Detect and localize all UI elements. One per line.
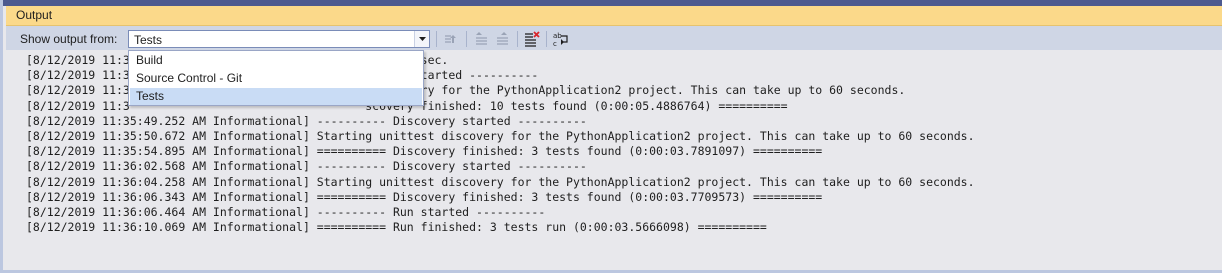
dropdown-option[interactable]: Build bbox=[130, 52, 422, 69]
clear-all-icon[interactable] bbox=[522, 30, 542, 48]
toolbar-separator bbox=[517, 31, 518, 47]
svg-text:c: c bbox=[553, 40, 557, 47]
panel-title: Output bbox=[16, 8, 53, 22]
log-line: [8/12/2019 11:35:49.252 AM Informational… bbox=[26, 113, 587, 128]
show-output-from-label: Show output from: bbox=[20, 32, 118, 46]
toolbar-separator bbox=[546, 31, 547, 47]
log-line: [8/12/2019 11:36:04.258 AM Informational… bbox=[26, 174, 975, 189]
log-line: [8/12/2019 11:36:06.343 AM Informational… bbox=[26, 189, 823, 204]
log-line: [8/12/2019 11:36:02.568 AM Informational… bbox=[26, 159, 587, 174]
dropdown-option[interactable]: Source Control - Git bbox=[130, 70, 422, 87]
log-line: [8/12/2019 11:35:54.895 AM Informational… bbox=[26, 144, 823, 159]
find-message-in-code-icon[interactable] bbox=[493, 30, 513, 48]
toggle-word-wrap-icon[interactable]: ab c bbox=[551, 30, 571, 48]
log-line: [8/12/2019 11:36:06.464 AM Informational… bbox=[26, 204, 546, 219]
toolbar-separator bbox=[466, 31, 467, 47]
toolbar-separator bbox=[436, 31, 437, 47]
log-line: [8/12/2019 11:35:50.672 AM Informational… bbox=[26, 128, 975, 143]
output-window: Output Show output from: Tests ab c [8/1… bbox=[0, 0, 1222, 273]
output-source-selected: Tests bbox=[134, 33, 163, 47]
output-source-combobox[interactable]: Tests bbox=[128, 30, 430, 48]
output-source-dropdown-list[interactable]: Build Source Control - Git Tests bbox=[128, 50, 424, 106]
go-to-previous-message-icon[interactable] bbox=[440, 30, 460, 48]
output-toolbar: Show output from: Tests ab c bbox=[6, 26, 1222, 50]
chevron-down-icon[interactable] bbox=[414, 31, 429, 47]
output-title-bar[interactable]: Output bbox=[6, 6, 1222, 26]
log-line: [8/12/2019 11:36:10.069 AM Informational… bbox=[26, 220, 767, 235]
go-to-next-message-icon[interactable] bbox=[472, 30, 492, 48]
dropdown-option[interactable]: Tests bbox=[130, 88, 422, 105]
svg-text:ab: ab bbox=[553, 32, 562, 40]
